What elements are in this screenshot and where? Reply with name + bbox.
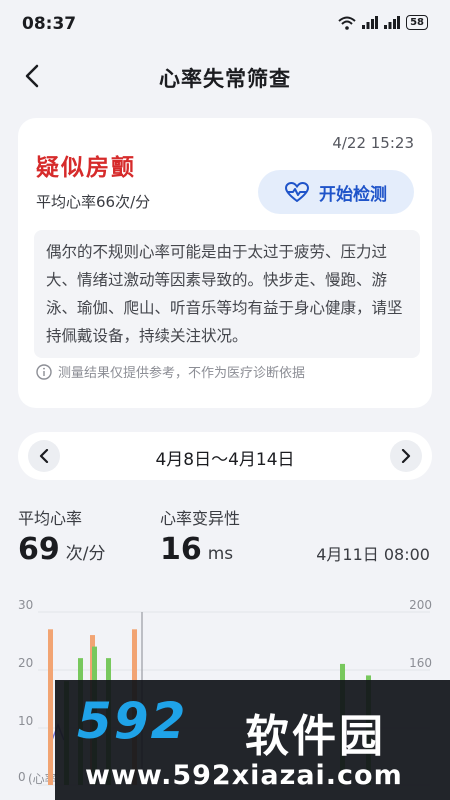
info-icon: [36, 363, 52, 380]
watermark-logo: 592: [77, 692, 188, 750]
disclaimer: 测量结果仅提供参考，不作为医疗诊断依据: [36, 362, 305, 381]
result-title: 疑似房颤: [36, 155, 136, 181]
nav-header: 心率失常筛查: [0, 50, 450, 104]
result-card: 4/22 15:23 疑似房颤 平均心率66次/分 开始检测 偶尔的不规则心率可…: [18, 118, 432, 408]
avg-heart-rate-value: 69 次/分: [18, 532, 105, 567]
start-detect-label: 开始检测: [319, 184, 387, 205]
avg-heart-rate-text: 平均心率66次/分: [36, 193, 151, 211]
selected-time: 4月11日 08:00: [316, 545, 430, 564]
disclaimer-text: 测量结果仅提供参考，不作为医疗诊断依据: [58, 366, 306, 381]
avg-heart-rate-number: 69: [18, 532, 60, 567]
battery-icon: 58: [406, 15, 428, 30]
next-week-button[interactable]: [390, 440, 422, 472]
hrv-label: 心率变异性: [160, 509, 241, 528]
advice-text: 偶尔的不规则心率可能是由于太过于疲劳、压力过大、情绪过激动等因素导致的。快步走、…: [34, 230, 420, 358]
measure-datetime: 4/22 15:23: [332, 134, 414, 152]
watermark-overlay: 592 软件园 www.592xiazai.com: [55, 680, 450, 800]
date-range-label: 4月8日～4月14日: [155, 450, 295, 470]
signal-icon: [362, 16, 379, 29]
start-detect-button[interactable]: 开始检测: [258, 170, 414, 214]
chevron-right-icon: [401, 449, 411, 463]
avg-heart-rate-label: 平均心率: [18, 509, 83, 528]
watermark-url: www.592xiazai.com: [85, 760, 403, 791]
page-title: 心率失常筛查: [159, 67, 291, 91]
hrv-number: 16: [160, 532, 202, 567]
watermark-name: 软件园: [245, 711, 386, 762]
signal-icon-2: [384, 16, 401, 29]
wifi-icon: [338, 16, 356, 30]
status-time: 08:37: [22, 14, 77, 34]
status-icons: 58: [338, 15, 428, 30]
hrv-value: 16 ms: [160, 532, 233, 567]
date-range-selector: 4月8日～4月14日: [18, 432, 432, 480]
status-bar: 08:37 58: [0, 0, 450, 48]
chart-bar: [48, 629, 53, 785]
heartbeat-icon: [285, 182, 309, 202]
avg-heart-rate-unit: 次/分: [65, 544, 106, 564]
hrv-unit: ms: [207, 544, 234, 564]
